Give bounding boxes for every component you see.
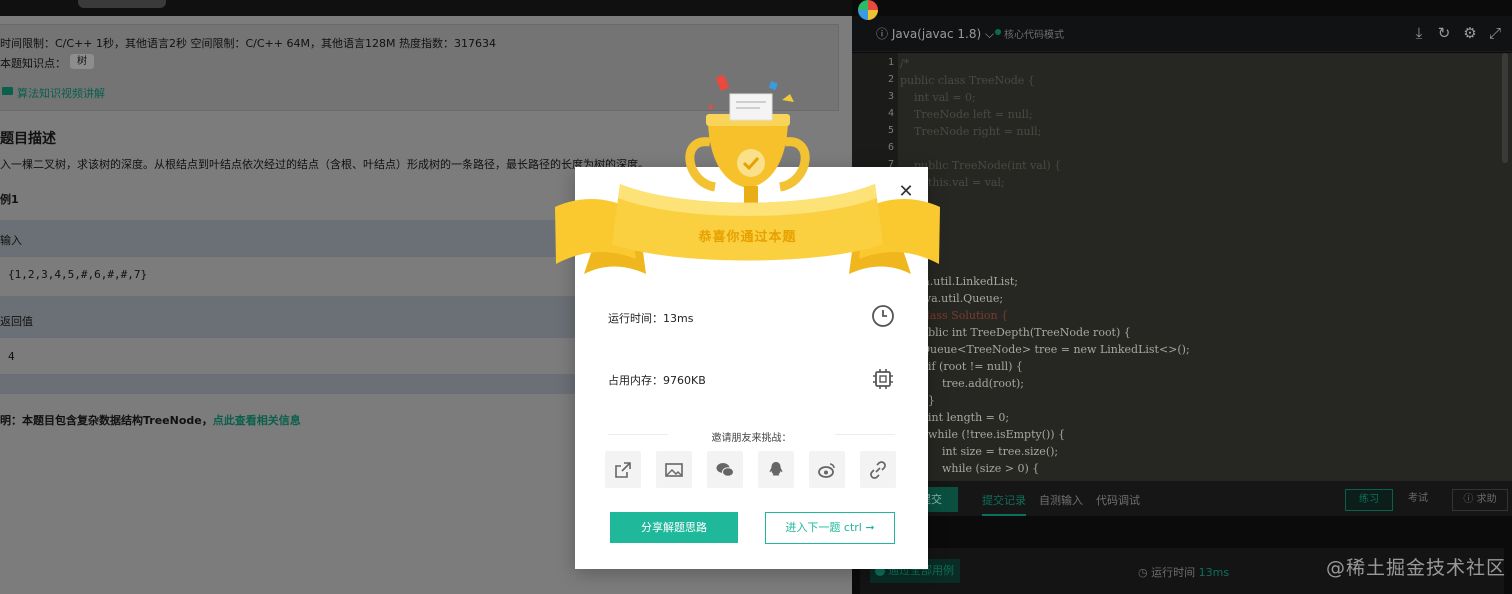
knowledge-tag[interactable]: 树 xyxy=(70,54,94,69)
return-value: 4 xyxy=(8,350,15,363)
result-runtime: ◷ 运行时间 13ms xyxy=(1138,566,1230,579)
chevron-down-icon: ⌵ xyxy=(981,27,995,41)
code-line: TreeNode left = null; xyxy=(900,108,1033,121)
runtime-stat: 运行时间：13ms xyxy=(608,312,694,325)
video-link[interactable]: 算法知识视频讲解 xyxy=(17,85,105,101)
mode-exam-button[interactable]: 考试 xyxy=(1393,489,1443,511)
note-text: 明：本题目包含复杂数据结构TreeNode，点此查看相关信息 xyxy=(0,414,301,427)
qq-icon[interactable] xyxy=(758,451,794,488)
editor-scrollbar[interactable] xyxy=(1502,53,1508,163)
code-line: public class TreeNode { xyxy=(900,74,1035,87)
wechat-icon[interactable] xyxy=(707,451,743,488)
mode-status-dot xyxy=(995,29,1001,35)
help-button[interactable]: ⓘ 求助 xyxy=(1452,489,1508,511)
info-icon: ⓘ xyxy=(876,27,892,41)
knowledge-label: 本题知识点： xyxy=(0,57,66,70)
share-solution-button[interactable]: 分享解题思路 xyxy=(610,512,738,543)
code-line: TreeNode right = null; xyxy=(900,125,1042,138)
success-dialog: ✕ 运行时间：13ms 占用内存：9760KB 邀请朋友来挑战： 分享解题思路 … xyxy=(575,167,928,569)
code-editor[interactable]: 1 2 3 4 5 6 7 /* public class TreeNode {… xyxy=(852,53,1512,480)
code-line: Queue<TreeNode> tree = new LinkedList<>(… xyxy=(900,343,1190,356)
question-icon: ⓘ xyxy=(1463,494,1477,505)
description-title: 题目描述 xyxy=(0,131,56,147)
note-link[interactable]: 点此查看相关信息 xyxy=(213,414,301,427)
next-problem-button[interactable]: 进入下一题 ctrl ➞ xyxy=(765,512,895,544)
bottom-tab-bar: 提交 提交记录 自测输入 代码调试 练习 考试 ⓘ 求助 xyxy=(852,480,1512,516)
code-line: /* xyxy=(900,57,910,70)
gear-icon[interactable]: ⚙ xyxy=(1461,24,1479,42)
line-number: 3 xyxy=(887,91,894,102)
external-share-icon[interactable] xyxy=(605,451,641,488)
code-panel: ⓘ Java(javac 1.8) ⌵ 核心代码模式 ⤓ ↻ ⚙ ⤢ 1 2 3… xyxy=(852,0,1512,594)
limits-text: 时间限制：C/C++ 1秒，其他语言2秒 空间限制：C/C++ 64M，其他语言… xyxy=(0,37,496,50)
editor-toolbar: ⓘ Java(javac 1.8) ⌵ 核心代码模式 ⤓ ↻ ⚙ ⤢ xyxy=(852,16,1512,52)
line-number: 1 xyxy=(887,57,894,68)
active-tab-underline xyxy=(982,514,1026,516)
nav-tab[interactable] xyxy=(78,0,166,8)
clock-icon: ◷ xyxy=(1138,566,1152,579)
line-number: 6 xyxy=(887,142,894,153)
reset-icon[interactable]: ↻ xyxy=(1435,24,1453,42)
tab-submit-records[interactable]: 提交记录 xyxy=(982,492,1026,508)
description-text: 入一棵二叉树，求该树的深度。从根结点到叶结点依次经过的结点（含根、叶结点）形成树… xyxy=(0,158,649,171)
fullscreen-icon[interactable]: ⤢ xyxy=(1486,24,1504,42)
code-line: public int TreeDepth(TreeNode root) { xyxy=(900,326,1131,339)
mode-practice-button[interactable]: 练习 xyxy=(1345,489,1393,511)
tab-debug[interactable]: 代码调试 xyxy=(1096,492,1140,508)
download-icon[interactable]: ⤓ xyxy=(1410,24,1428,42)
line-number: 5 xyxy=(887,125,894,136)
chip-icon xyxy=(873,369,893,389)
example-title: 例1 xyxy=(0,193,19,206)
close-icon[interactable]: ✕ xyxy=(895,181,917,203)
input-label: 输入 xyxy=(0,234,22,247)
language-select[interactable]: ⓘ Java(javac 1.8) ⌵ xyxy=(870,22,1000,46)
invite-text: 邀请朋友来挑战： xyxy=(711,433,792,444)
image-icon[interactable] xyxy=(656,451,692,488)
line-number: 4 xyxy=(887,108,894,119)
tab-self-test[interactable]: 自测输入 xyxy=(1039,492,1083,508)
video-icon xyxy=(2,87,13,95)
code-mode-label: 核心代码模式 xyxy=(1004,30,1064,41)
return-label: 返回值 xyxy=(0,315,33,328)
clock-icon xyxy=(872,305,894,327)
share-row xyxy=(605,451,901,488)
code-line: int val = 0; xyxy=(900,91,976,104)
top-nav-bar xyxy=(0,0,852,16)
watermark: @稀土掘金技术社区 xyxy=(1326,557,1507,579)
link-icon[interactable] xyxy=(860,451,896,488)
memory-stat: 占用内存：9760KB xyxy=(608,374,706,387)
weibo-icon[interactable] xyxy=(809,451,845,488)
avatar[interactable] xyxy=(858,0,878,20)
input-value: {1,2,3,4,5,#,6,#,#,7} xyxy=(8,268,148,281)
line-number: 2 xyxy=(887,74,894,85)
